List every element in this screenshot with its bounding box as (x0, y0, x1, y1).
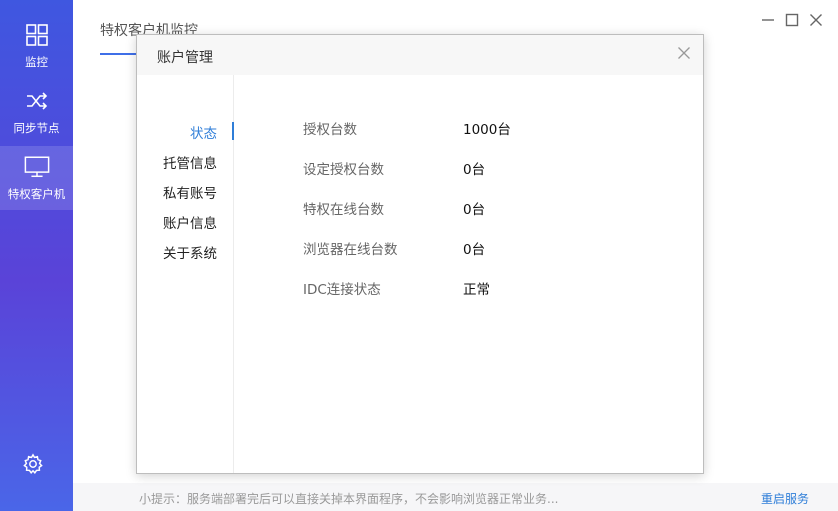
sidebar-item-label: 监控 (25, 55, 48, 69)
authorized-count-value: 1000台 (463, 122, 511, 138)
browser-online-value: 0台 (463, 242, 486, 258)
monitor-icon (24, 154, 50, 180)
authorized-count-label: 授权台数 (303, 122, 357, 138)
idc-connection-value: 正常 (463, 282, 490, 298)
browser-online-label: 浏览器在线台数 (303, 242, 398, 258)
grid-icon (24, 22, 50, 48)
menu-item-status[interactable]: 状态 (190, 122, 217, 142)
menu-item-private-account[interactable]: 私有账号 (163, 182, 217, 202)
gear-icon[interactable] (22, 453, 44, 475)
shuffle-icon (24, 88, 50, 114)
sidebar-item-label: 特权客户机 (7, 187, 66, 201)
idc-connection-label: IDC连接状态 (303, 282, 381, 298)
menu-item-account-info[interactable]: 账户信息 (163, 212, 217, 232)
menu-item-hosting-info[interactable]: 托管信息 (163, 152, 217, 172)
sidebar-item-label: 同步节点 (13, 121, 60, 135)
minimize-icon[interactable] (760, 12, 776, 28)
set-authorized-count-value: 0台 (463, 162, 486, 178)
maximize-icon[interactable] (784, 12, 800, 28)
sidebar-item-sync-node[interactable]: 同步节点 (0, 80, 73, 144)
sidebar-item-monitor[interactable]: 监控 (0, 14, 73, 78)
active-menu-indicator (232, 122, 234, 140)
close-icon[interactable] (808, 12, 824, 28)
sidebar-item-privileged-client[interactable]: 特权客户机 (0, 146, 73, 210)
menu-item-about-system[interactable]: 关于系统 (163, 242, 217, 262)
privileged-online-label: 特权在线台数 (303, 202, 384, 218)
set-authorized-count-label: 设定授权台数 (303, 162, 384, 178)
privileged-online-value: 0台 (463, 202, 486, 218)
dialog-title: 账户管理 (157, 50, 213, 66)
dialog-header: 账户管理 (137, 35, 703, 75)
tip-text: 小提示：服务端部署完后可以直接关掉本界面程序，不会影响浏览器正常业务... (139, 492, 559, 506)
restart-service-link[interactable]: 重启服务 (761, 490, 809, 507)
account-management-dialog: 账户管理 状态 托管信息 私有账号 账户信息 关于系统 授权台数 1000台 设… (136, 34, 704, 474)
tab-underline (100, 53, 140, 55)
close-icon[interactable] (677, 46, 693, 62)
dialog-menu: 状态 托管信息 私有账号 账户信息 关于系统 (137, 75, 234, 473)
sidebar: 监控 同步节点 特权客户机 (0, 0, 73, 511)
